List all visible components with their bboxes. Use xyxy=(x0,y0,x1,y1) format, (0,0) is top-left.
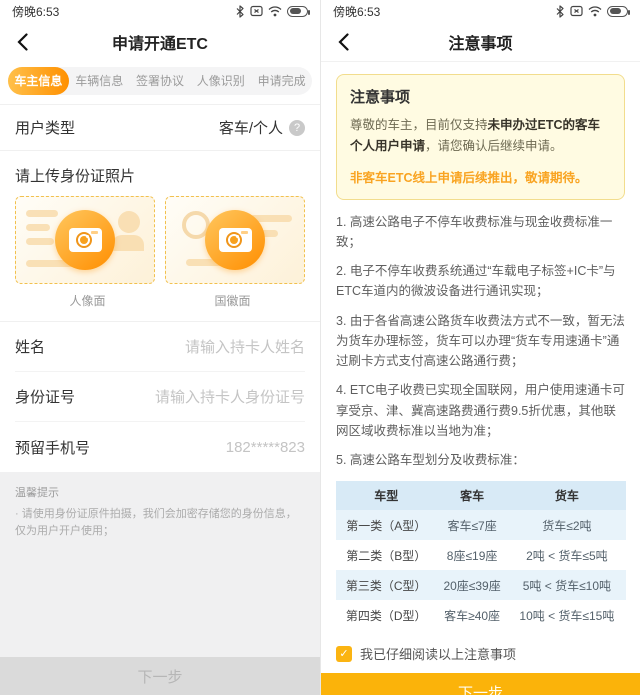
wifi-icon xyxy=(268,6,282,17)
status-bar: 傍晚6:53 xyxy=(321,0,640,22)
id-number-field-row[interactable]: 身份证号 请输入持卡人身份证号 xyxy=(15,372,305,422)
notice-body: 尊敬的车主，目前仅支持未申办过ETC的客车个人用户申请，请您确认后继续申请。 xyxy=(350,115,611,158)
back-chevron-icon xyxy=(338,33,349,51)
notice-card: 注意事项 尊敬的车主，目前仅支持未申办过ETC的客车个人用户申请，请您确认后继续… xyxy=(336,74,625,200)
clock: 傍晚6:53 xyxy=(333,3,380,20)
table-row: 第四类（D型） 客车≥40座 10吨 < 货车≤15吨 xyxy=(336,600,626,630)
page-title: 申请开通ETC xyxy=(0,30,320,54)
notice-warning: 非客车ETC线上申请后续推出，敬请期待。 xyxy=(350,167,611,186)
table-header-row: 车型 客车 货车 xyxy=(336,481,626,510)
clock: 傍晚6:53 xyxy=(12,3,59,20)
nav-bar: 注意事项 xyxy=(321,22,640,62)
back-chevron-icon xyxy=(17,33,28,51)
user-type-row[interactable]: 用户类型 客车/个人 ? xyxy=(0,104,320,151)
tips-block: 温馨提示 · 请使用身份证原件拍摄，我们会加密存储您的身份信息，仅为用户开户使用… xyxy=(0,472,320,657)
notice-item-2: 2. 电子不停车收费系统通过“车载电子标签+IC卡”与ETC车道内的微波设备进行… xyxy=(336,261,625,302)
id-number-label: 身份证号 xyxy=(15,386,75,407)
back-button[interactable] xyxy=(331,30,355,54)
battery-icon xyxy=(287,6,308,17)
phone-value[interactable]: 182*****823 xyxy=(226,439,305,456)
checkbox-checked-icon[interactable]: ✓ xyxy=(336,646,352,662)
page-title: 注意事项 xyxy=(321,30,640,54)
screen-etc-apply: 傍晚6:53 申请开通ETC 车主信息 车辆信息 签署协议 人像识别 申请完成 … xyxy=(0,0,320,695)
name-input[interactable]: 请输入持卡人姓名 xyxy=(185,336,305,357)
upload-id-back[interactable] xyxy=(165,196,305,284)
notice-title: 注意事项 xyxy=(350,86,611,107)
notice-list: 1. 高速公路电子不停车收费标准与现金收费标准一致； 2. 电子不停车收费系统通… xyxy=(336,212,625,480)
tab-vehicle-info[interactable]: 车辆信息 xyxy=(69,67,130,95)
user-type-label: 用户类型 xyxy=(15,117,75,138)
col-passenger: 客车 xyxy=(436,481,507,510)
agree-label: 我已仔细阅读以上注意事项 xyxy=(360,644,516,663)
camera-icon xyxy=(205,210,265,270)
bluetooth-icon xyxy=(555,5,565,18)
upload-section-title: 请上传身份证照片 xyxy=(15,165,305,186)
col-vehicle-type: 车型 xyxy=(336,481,436,510)
id-number-input[interactable]: 请输入持卡人身份证号 xyxy=(155,386,305,407)
id-front-label: 人像面 xyxy=(15,292,160,309)
camera-icon xyxy=(55,210,115,270)
id-back-label: 国徽面 xyxy=(160,292,305,309)
user-type-value: 客车/个人 xyxy=(219,117,283,138)
name-label: 姓名 xyxy=(15,336,45,357)
tab-owner-info[interactable]: 车主信息 xyxy=(8,67,69,95)
agree-checkbox-row[interactable]: ✓ 我已仔细阅读以上注意事项 xyxy=(336,644,625,663)
col-truck: 货车 xyxy=(508,481,626,510)
table-row: 第一类（A型） 客车≤7座 货车≤2吨 xyxy=(336,510,626,540)
name-field-row[interactable]: 姓名 请输入持卡人姓名 xyxy=(15,322,305,372)
no-sim-icon xyxy=(570,5,583,17)
notice-item-3: 3. 由于各省高速公路货车收费法方式不一致，暂无法为货车办理标签，货车可以办理“… xyxy=(336,311,625,372)
tips-title: 温馨提示 xyxy=(15,484,305,500)
tab-sign-agreement[interactable]: 签署协议 xyxy=(130,67,191,95)
next-step-button-disabled[interactable]: 下一步 xyxy=(0,657,320,695)
battery-icon xyxy=(607,6,628,17)
notice-item-4: 4. ETC电子收费已实现全国联网，用户使用速通卡可享受京、津、冀高速路费通行费… xyxy=(336,380,625,441)
tab-apply-complete[interactable]: 申请完成 xyxy=(251,67,312,95)
vehicle-class-table: 车型 客车 货车 第一类（A型） 客车≤7座 货车≤2吨 第二类（B型） 8座≤… xyxy=(336,481,626,630)
table-row: 第二类（B型） 8座≤19座 2吨 < 货车≤5吨 xyxy=(336,540,626,570)
bluetooth-icon xyxy=(235,5,245,18)
back-button[interactable] xyxy=(10,30,34,54)
step-tabs: 车主信息 车辆信息 签署协议 人像识别 申请完成 xyxy=(8,67,312,95)
tips-text: · 请使用身份证原件拍摄，我们会加密存储您的身份信息，仅为用户开户使用； xyxy=(15,506,305,539)
phone-field-row[interactable]: 预留手机号 182*****823 xyxy=(15,422,305,472)
upload-id-front[interactable] xyxy=(15,196,155,284)
notice-item-1: 1. 高速公路电子不停车收费标准与现金收费标准一致； xyxy=(336,212,625,253)
help-icon[interactable]: ? xyxy=(289,120,305,136)
wifi-icon xyxy=(588,6,602,17)
no-sim-icon xyxy=(250,5,263,17)
notice-item-5: 5. 高速公路车型划分及收费标准： xyxy=(336,450,625,470)
screen-notice: 傍晚6:53 注意事项 注意事项 尊敬的车主，目前仅支持未申办过ETC的客车个人… xyxy=(320,0,640,695)
table-row: 第三类（C型） 20座≤39座 5吨 < 货车≤10吨 xyxy=(336,570,626,600)
nav-bar: 申请开通ETC xyxy=(0,22,320,62)
next-step-button[interactable]: 下一步 xyxy=(321,673,640,695)
phone-label: 预留手机号 xyxy=(15,437,90,458)
tab-face-recognition[interactable]: 人像识别 xyxy=(190,67,251,95)
status-bar: 傍晚6:53 xyxy=(0,0,320,22)
